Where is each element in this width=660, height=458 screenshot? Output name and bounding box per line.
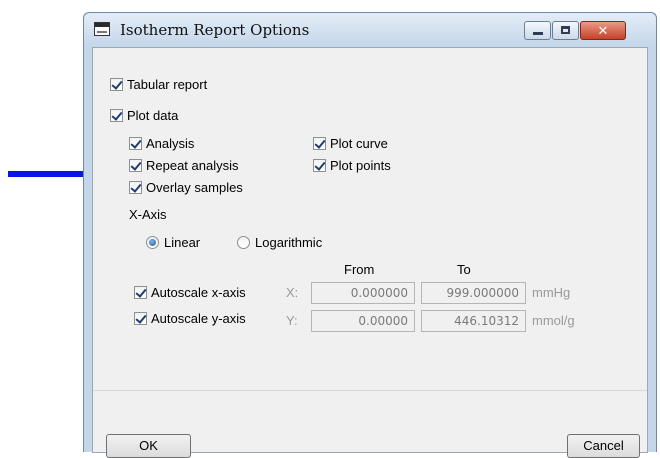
tabular-report-option[interactable]: Tabular report xyxy=(110,76,207,92)
button-area-divider xyxy=(93,390,647,391)
plot-points-label: Plot points xyxy=(330,157,391,173)
x-unit: mmHg xyxy=(532,285,571,300)
analysis-checkbox[interactable] xyxy=(129,136,142,150)
app-window-icon xyxy=(94,22,110,36)
autoscale-y-label: Autoscale y-axis xyxy=(151,310,246,326)
overlay-samples-checkbox[interactable] xyxy=(129,180,142,194)
plot-data-option[interactable]: Plot data xyxy=(110,107,178,123)
analysis-option[interactable]: Analysis xyxy=(129,135,194,151)
y-unit: mmol/g xyxy=(532,313,575,328)
plot-data-checkbox[interactable] xyxy=(110,108,123,122)
repeat-analysis-option[interactable]: Repeat analysis xyxy=(129,157,239,173)
autoscale-y-option[interactable]: Autoscale y-axis xyxy=(134,310,246,326)
logarithmic-option[interactable]: Logarithmic xyxy=(237,234,322,250)
linear-option[interactable]: Linear xyxy=(146,234,200,250)
linear-label: Linear xyxy=(164,234,201,250)
plot-data-label: Plot data xyxy=(127,107,179,123)
x-to-field[interactable]: 999.000000 xyxy=(421,282,526,304)
plot-curve-label: Plot curve xyxy=(330,135,388,151)
to-header: To xyxy=(457,262,471,277)
plot-curve-checkbox[interactable] xyxy=(313,136,326,150)
from-header: From xyxy=(344,262,375,277)
y-to-field[interactable]: 446.10312 xyxy=(421,310,526,332)
maximize-icon xyxy=(561,26,570,34)
logarithmic-label: Logarithmic xyxy=(255,234,323,250)
linear-radio[interactable] xyxy=(146,235,159,249)
x-axis-letter: X: xyxy=(286,285,299,300)
window-title: Isotherm Report Options xyxy=(120,21,310,39)
dialog-body: Tabular report Plot data Analysis Repeat… xyxy=(92,47,648,458)
maximize-button[interactable] xyxy=(552,21,579,40)
plot-points-checkbox[interactable] xyxy=(313,158,326,172)
y-axis-letter: Y: xyxy=(286,313,298,328)
x-axis-heading: X-Axis xyxy=(129,207,167,222)
y-from-field[interactable]: 0.00000 xyxy=(311,310,415,332)
autoscale-y-checkbox[interactable] xyxy=(134,311,147,325)
minimize-icon xyxy=(533,32,543,35)
autoscale-x-option[interactable]: Autoscale x-axis xyxy=(134,284,246,300)
autoscale-x-label: Autoscale x-axis xyxy=(151,284,246,300)
tabular-report-label: Tabular report xyxy=(127,76,208,92)
analysis-label: Analysis xyxy=(146,135,195,151)
dialog-window: Isotherm Report Options ✕ Tabular report… xyxy=(83,12,657,458)
x-from-field[interactable]: 0.000000 xyxy=(311,282,415,304)
minimize-button[interactable] xyxy=(524,21,551,40)
overlay-samples-option[interactable]: Overlay samples xyxy=(129,179,243,195)
logarithmic-radio[interactable] xyxy=(237,235,250,249)
plot-points-option[interactable]: Plot points xyxy=(313,157,391,173)
plot-curve-option[interactable]: Plot curve xyxy=(313,135,388,151)
ok-button[interactable]: OK xyxy=(106,434,191,458)
tabular-report-checkbox[interactable] xyxy=(110,77,123,91)
close-button[interactable]: ✕ xyxy=(580,21,626,40)
close-icon: ✕ xyxy=(597,23,609,38)
repeat-analysis-label: Repeat analysis xyxy=(146,157,239,173)
title-bar: Isotherm Report Options ✕ xyxy=(84,13,656,47)
repeat-analysis-checkbox[interactable] xyxy=(129,158,142,172)
autoscale-x-checkbox[interactable] xyxy=(134,285,147,299)
cancel-button[interactable]: Cancel xyxy=(567,434,640,458)
overlay-samples-label: Overlay samples xyxy=(146,179,243,195)
